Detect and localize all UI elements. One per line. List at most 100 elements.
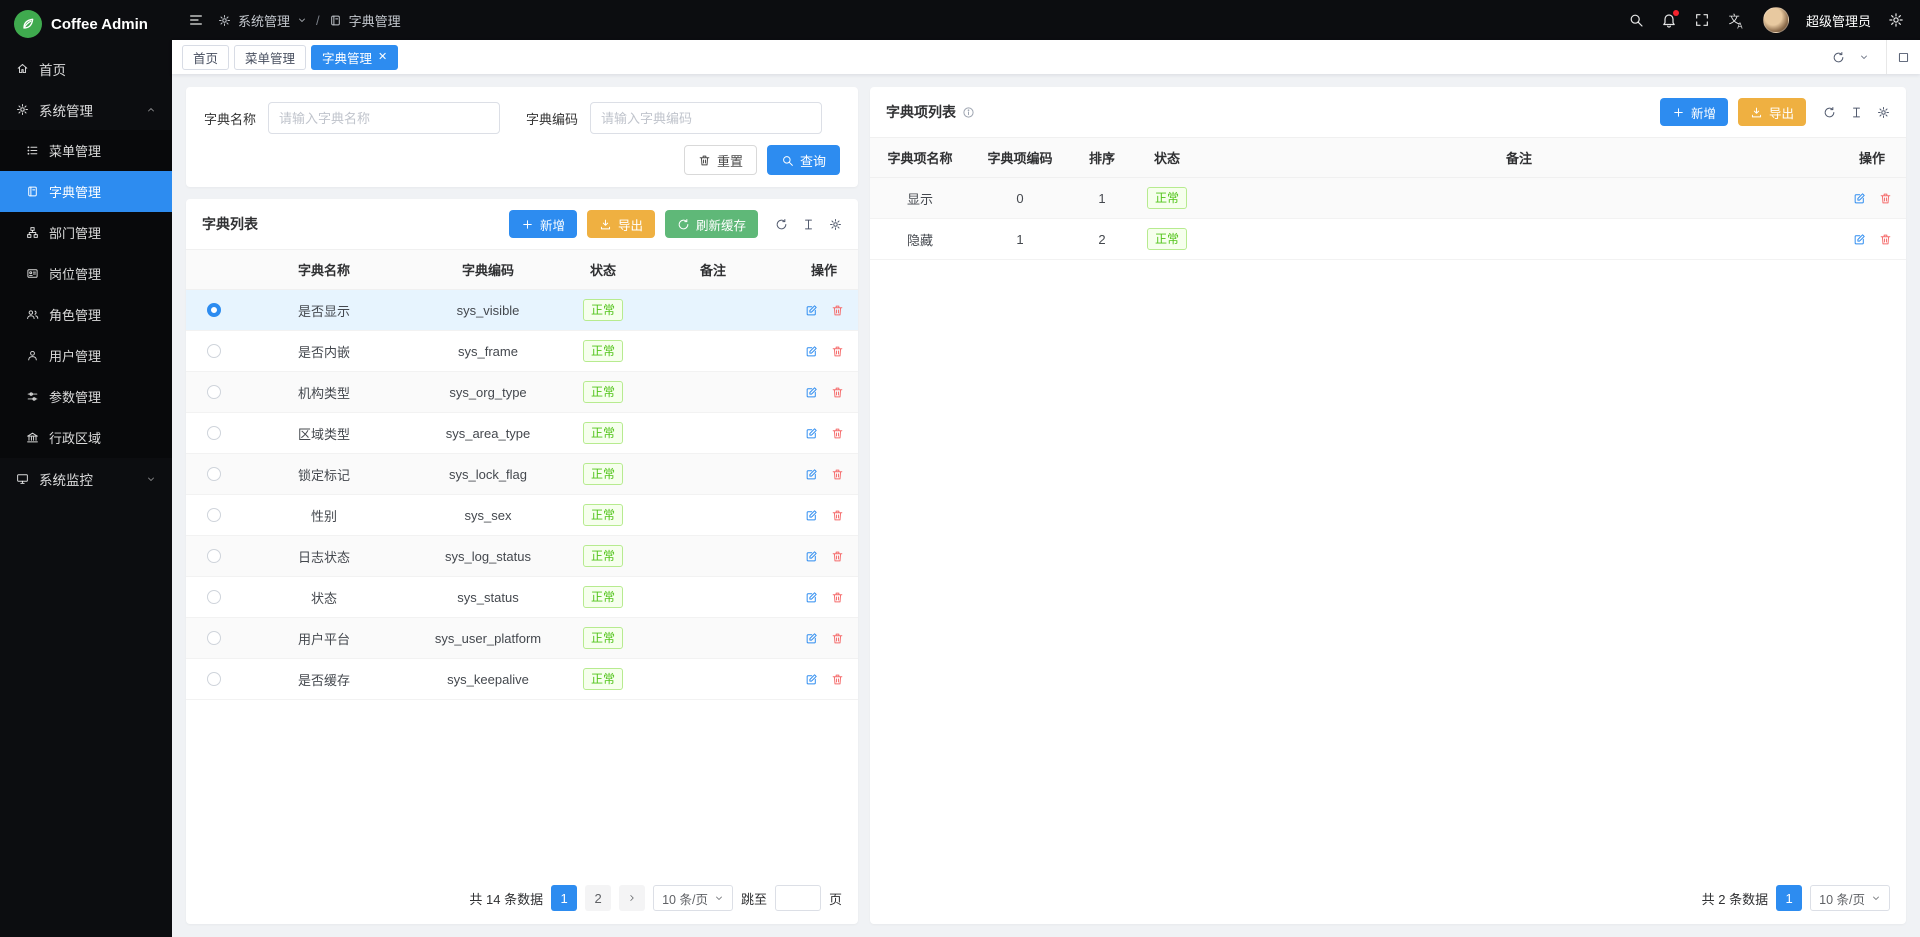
page-size-select[interactable]: 10 条/页 bbox=[1810, 885, 1890, 911]
edit-icon[interactable] bbox=[805, 427, 818, 440]
search-icon[interactable] bbox=[1628, 12, 1644, 28]
translate-icon[interactable] bbox=[1727, 11, 1746, 30]
sidebar-item-dict-mgmt[interactable]: 字典管理 bbox=[0, 171, 172, 212]
notification-bell-icon[interactable] bbox=[1661, 12, 1677, 28]
row-select-radio[interactable] bbox=[207, 467, 221, 481]
column-settings-icon[interactable] bbox=[1877, 106, 1890, 119]
column-header: 字典编码 bbox=[406, 250, 570, 289]
tab-close-icon[interactable]: ✕ bbox=[378, 52, 387, 63]
table-row[interactable]: 锁定标记 sys_lock_flag 正常 bbox=[186, 454, 858, 495]
reset-button[interactable]: 重置 bbox=[684, 145, 757, 175]
refresh-table-icon[interactable] bbox=[775, 218, 788, 231]
delete-icon[interactable] bbox=[831, 591, 844, 604]
delete-icon[interactable] bbox=[831, 468, 844, 481]
delete-icon[interactable] bbox=[831, 509, 844, 522]
delete-icon[interactable] bbox=[831, 304, 844, 317]
tab-menu-mgmt[interactable]: 菜单管理 bbox=[234, 45, 306, 70]
add-item-button[interactable]: 新增 bbox=[1660, 98, 1728, 126]
page-1-button[interactable]: 1 bbox=[1776, 885, 1802, 911]
table-row[interactable]: 是否缓存 sys_keepalive 正常 bbox=[186, 659, 858, 700]
sidebar-item-post-mgmt[interactable]: 岗位管理 bbox=[0, 253, 172, 294]
table-row[interactable]: 隐藏 1 2 正常 bbox=[870, 219, 1906, 260]
page-size-select[interactable]: 10 条/页 bbox=[653, 885, 733, 911]
density-icon[interactable] bbox=[802, 218, 815, 231]
refresh-cache-button[interactable]: 刷新缓存 bbox=[665, 210, 758, 238]
page-1-button[interactable]: 1 bbox=[551, 885, 577, 911]
fullscreen-icon[interactable] bbox=[1694, 12, 1710, 28]
edit-icon[interactable] bbox=[805, 591, 818, 604]
table-row[interactable]: 显示 0 1 正常 bbox=[870, 178, 1906, 219]
username-label[interactable]: 超级管理员 bbox=[1806, 11, 1871, 30]
sidebar-item-role-mgmt[interactable]: 角色管理 bbox=[0, 294, 172, 335]
sidebar-item-system-monitor[interactable]: 系统监控 bbox=[0, 458, 172, 499]
density-icon[interactable] bbox=[1850, 106, 1863, 119]
delete-icon[interactable] bbox=[1879, 233, 1892, 246]
user-avatar[interactable] bbox=[1763, 7, 1789, 33]
tab-home[interactable]: 首页 bbox=[182, 45, 229, 70]
dict-list-card: 字典列表 新增 导出 刷新 bbox=[186, 199, 858, 924]
row-select-radio[interactable] bbox=[207, 590, 221, 604]
table-row[interactable]: 用户平台 sys_user_platform 正常 bbox=[186, 618, 858, 659]
export-button[interactable]: 导出 bbox=[587, 210, 655, 238]
edit-icon[interactable] bbox=[805, 304, 818, 317]
page-2-button[interactable]: 2 bbox=[585, 885, 611, 911]
dict-code-cell: sys_lock_flag bbox=[406, 454, 570, 494]
table-row[interactable]: 区域类型 sys_area_type 正常 bbox=[186, 413, 858, 454]
delete-icon[interactable] bbox=[831, 673, 844, 686]
row-select-radio[interactable] bbox=[207, 672, 221, 686]
table-row[interactable]: 日志状态 sys_log_status 正常 bbox=[186, 536, 858, 577]
edit-icon[interactable] bbox=[805, 632, 818, 645]
edit-icon[interactable] bbox=[805, 468, 818, 481]
row-select-radio[interactable] bbox=[207, 385, 221, 399]
table-row[interactable]: 是否内嵌 sys_frame 正常 bbox=[186, 331, 858, 372]
delete-icon[interactable] bbox=[1879, 192, 1892, 205]
column-header: 字典项编码 bbox=[970, 138, 1070, 177]
info-icon[interactable] bbox=[962, 106, 975, 119]
edit-icon[interactable] bbox=[1853, 233, 1866, 246]
delete-icon[interactable] bbox=[831, 345, 844, 358]
row-select-radio[interactable] bbox=[207, 508, 221, 522]
edit-icon[interactable] bbox=[805, 673, 818, 686]
tab-dict-mgmt[interactable]: 字典管理 ✕ bbox=[311, 45, 398, 70]
column-settings-icon[interactable] bbox=[829, 218, 842, 231]
edit-icon[interactable] bbox=[805, 345, 818, 358]
dict-name-input[interactable] bbox=[268, 102, 500, 134]
row-select-radio[interactable] bbox=[207, 426, 221, 440]
row-select-radio[interactable] bbox=[207, 549, 221, 563]
table-row[interactable]: 机构类型 sys_org_type 正常 bbox=[186, 372, 858, 413]
table-row[interactable]: 是否显示 sys_visible 正常 bbox=[186, 290, 858, 331]
maximize-view-icon[interactable] bbox=[1886, 40, 1920, 74]
sidebar-item-user-mgmt[interactable]: 用户管理 bbox=[0, 335, 172, 376]
sidebar-item-menu-mgmt[interactable]: 菜单管理 bbox=[0, 130, 172, 171]
row-select-radio[interactable] bbox=[207, 303, 221, 317]
sidebar-item-home[interactable]: 首页 bbox=[0, 48, 172, 89]
sidebar-item-admin-region[interactable]: 行政区域 bbox=[0, 417, 172, 458]
delete-icon[interactable] bbox=[831, 427, 844, 440]
add-button[interactable]: 新增 bbox=[509, 210, 577, 238]
refresh-table-icon[interactable] bbox=[1823, 106, 1836, 119]
next-page-button[interactable] bbox=[619, 885, 645, 911]
query-button[interactable]: 查询 bbox=[767, 145, 840, 175]
settings-gear-icon[interactable] bbox=[1888, 12, 1904, 28]
delete-icon[interactable] bbox=[831, 386, 844, 399]
sidebar-item-param-mgmt[interactable]: 参数管理 bbox=[0, 376, 172, 417]
edit-icon[interactable] bbox=[1853, 192, 1866, 205]
row-select-radio[interactable] bbox=[207, 344, 221, 358]
edit-icon[interactable] bbox=[805, 550, 818, 563]
tab-options-chevron-icon[interactable] bbox=[1859, 52, 1869, 62]
dict-code-input[interactable] bbox=[590, 102, 822, 134]
row-select-radio[interactable] bbox=[207, 631, 221, 645]
jump-page-input[interactable] bbox=[775, 885, 821, 911]
refresh-tab-icon[interactable] bbox=[1832, 51, 1845, 64]
export-items-button[interactable]: 导出 bbox=[1738, 98, 1806, 126]
sidebar-item-dept-mgmt[interactable]: 部门管理 bbox=[0, 212, 172, 253]
delete-icon[interactable] bbox=[831, 550, 844, 563]
edit-icon[interactable] bbox=[805, 509, 818, 522]
sidebar-item-system-mgmt[interactable]: 系统管理 bbox=[0, 89, 172, 130]
delete-icon[interactable] bbox=[831, 632, 844, 645]
table-row[interactable]: 性别 sys_sex 正常 bbox=[186, 495, 858, 536]
table-row[interactable]: 状态 sys_status 正常 bbox=[186, 577, 858, 618]
breadcrumb-level1[interactable]: 系统管理 bbox=[238, 11, 290, 30]
collapse-sidebar-icon[interactable] bbox=[188, 12, 204, 28]
edit-icon[interactable] bbox=[805, 386, 818, 399]
